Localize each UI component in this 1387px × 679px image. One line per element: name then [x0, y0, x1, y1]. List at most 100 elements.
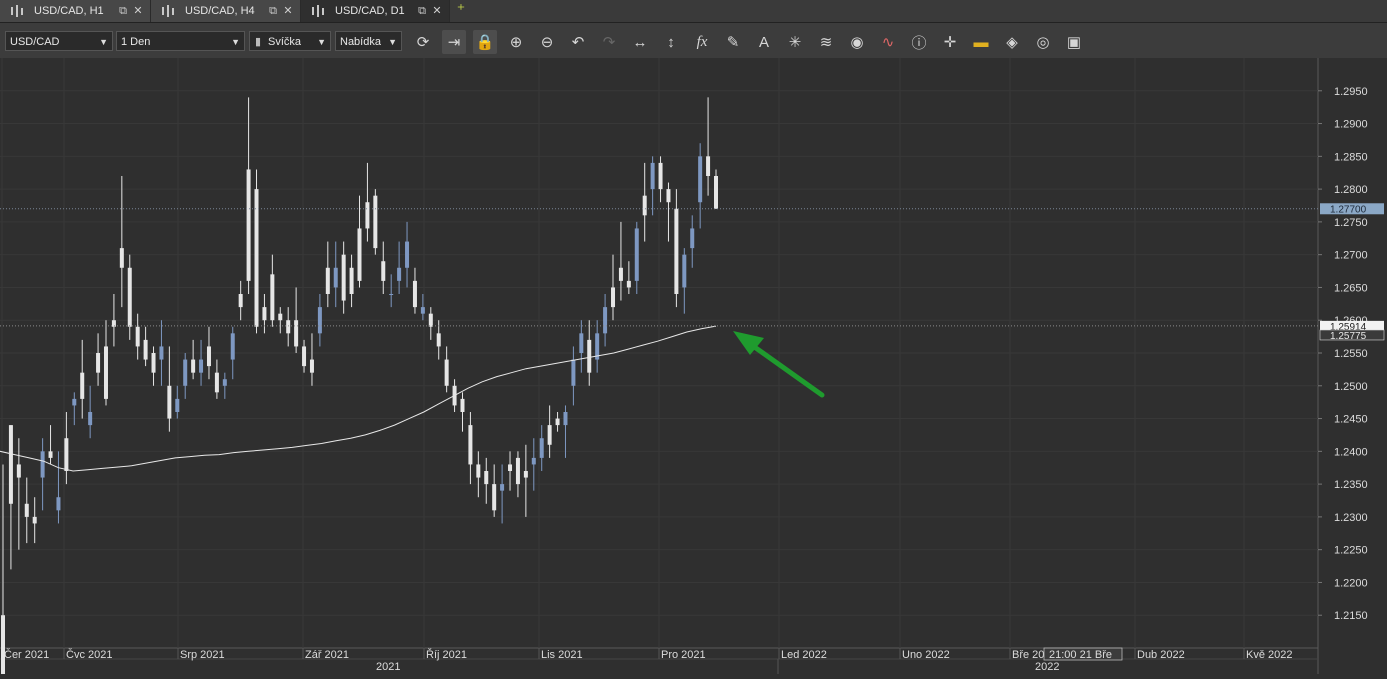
- candle-body: [48, 451, 53, 458]
- text-tool-icon[interactable]: A: [752, 30, 776, 54]
- candle-body: [666, 189, 671, 203]
- time-tick-label: Čvc 2021: [66, 648, 112, 661]
- candle-body: [634, 228, 639, 281]
- chevron-down-icon: ▼: [388, 37, 397, 47]
- candle-body: [373, 195, 378, 249]
- layers-icon[interactable]: ≋: [814, 30, 838, 54]
- candle-body: [222, 379, 227, 386]
- candle-body: [563, 412, 568, 426]
- horizontal-scale-icon[interactable]: ↔: [628, 30, 652, 54]
- candle-body: [500, 484, 505, 491]
- candle-body: [341, 254, 346, 301]
- candle-body: [135, 326, 140, 347]
- candle-body: [357, 228, 362, 281]
- candle-body: [1, 615, 5, 679]
- color-bar-icon[interactable]: ▬: [969, 30, 993, 54]
- crosshair-icon[interactable]: ✛: [938, 30, 962, 54]
- crosshair-star-icon[interactable]: ✳: [783, 30, 807, 54]
- candle-body: [349, 267, 354, 294]
- price-tick-label: 1.2900: [1334, 119, 1368, 131]
- circle-icon[interactable]: ◎: [1031, 30, 1055, 54]
- undo-icon[interactable]: ↶: [566, 30, 590, 54]
- candle-body: [246, 169, 251, 281]
- candle-body: [436, 333, 441, 347]
- pencil-icon[interactable]: ✎: [721, 30, 745, 54]
- ma-price-label-2: 1.25775: [1330, 331, 1367, 342]
- price-chart[interactable]: 1.2950 1.2900 1.2850 1.2800 1.2750 1.2700 1.26…: [0, 58, 1387, 679]
- chart-wave-icon[interactable]: ∿: [876, 30, 900, 54]
- zoom-out-icon[interactable]: ⊖: [535, 30, 559, 54]
- candle-body: [420, 307, 425, 314]
- candle-body: [278, 313, 283, 321]
- close-icon[interactable]: ✕: [282, 5, 294, 17]
- price-tick-label: 1.2150: [1334, 610, 1368, 622]
- refresh-icon[interactable]: ⟳: [411, 30, 435, 54]
- time-tick-label: Zář 2021: [305, 649, 349, 661]
- candle-body: [397, 267, 402, 281]
- candle-body: [151, 353, 156, 373]
- candle-body: [611, 287, 616, 308]
- vertical-scale-icon[interactable]: ↕: [659, 30, 683, 54]
- tab-usdcad-h1[interactable]: USD/CAD, H1 ⧉ ✕: [0, 0, 151, 22]
- price-tick-label: 1.2250: [1334, 545, 1368, 557]
- candle-body: [40, 451, 45, 478]
- price-tick-label: 1.2750: [1334, 217, 1368, 229]
- add-chart-icon[interactable]: ⁺: [452, 2, 470, 20]
- candle-body: [119, 248, 124, 268]
- close-icon[interactable]: ✕: [132, 5, 144, 17]
- timeframe-select[interactable]: 1 Den ▼: [116, 31, 245, 51]
- fill-bucket-icon[interactable]: ◈: [1000, 30, 1024, 54]
- candle-body: [175, 398, 180, 412]
- detach-icon[interactable]: ⧉: [267, 5, 279, 17]
- symbol-value: USD/CAD: [10, 36, 60, 48]
- candle-body: [103, 346, 108, 399]
- year-label-2022: 2022: [1035, 661, 1059, 673]
- year-label-2021: 2021: [376, 661, 400, 673]
- candle-body: [547, 425, 552, 445]
- time-tick-label: Čer 2021: [4, 648, 49, 661]
- candle-body: [539, 438, 544, 458]
- save-icon[interactable]: ▣: [1062, 30, 1086, 54]
- candle-body: [96, 353, 101, 373]
- price-tick-label: 1.2400: [1334, 446, 1368, 458]
- eye-icon[interactable]: ◉: [845, 30, 869, 54]
- detach-icon[interactable]: ⧉: [117, 5, 129, 17]
- candle-body: [80, 372, 85, 399]
- candle-body: [571, 359, 576, 386]
- candlestick-icon: [10, 5, 24, 17]
- indicators-fx-icon[interactable]: fx: [690, 30, 714, 54]
- candle-body: [674, 208, 679, 294]
- candle-body: [214, 372, 219, 393]
- candle-body: [309, 359, 314, 373]
- candle-body: [286, 320, 291, 334]
- candle-body: [405, 241, 410, 268]
- candle-body: [325, 267, 330, 294]
- autoscroll-icon[interactable]: ⇥: [442, 30, 466, 54]
- tab-usdcad-d1[interactable]: USD/CAD, D1 ⧉ ✕: [301, 0, 450, 22]
- candle-body: [428, 313, 433, 327]
- info-icon[interactable]: ⓘ: [907, 30, 931, 54]
- candle-body: [603, 307, 608, 334]
- chart-type-value: Svíčka: [268, 36, 302, 48]
- chart-canvas[interactable]: 1.2950 1.2900 1.2850 1.2800 1.2750 1.2700 1.26…: [0, 58, 1387, 679]
- price-side-select[interactable]: Nabídka ▼: [335, 31, 402, 51]
- chart-type-select[interactable]: ▮ Svíčka ▼: [249, 31, 331, 51]
- redo-icon[interactable]: ↷: [597, 30, 621, 54]
- candle-body: [531, 457, 536, 465]
- price-tick-label: 1.2950: [1334, 86, 1368, 98]
- tab-label: USD/CAD, H1: [34, 5, 104, 17]
- lock-icon[interactable]: 🔒: [473, 30, 497, 54]
- bid-price-tag: 1.27700: [1320, 203, 1384, 215]
- chart-tab-bar: USD/CAD, H1 ⧉ ✕ USD/CAD, H4 ⧉ ✕ USD/CAD,…: [0, 0, 1387, 23]
- zoom-in-icon[interactable]: ⊕: [504, 30, 528, 54]
- candle-body: [658, 162, 663, 190]
- candle-body: [262, 307, 267, 321]
- close-icon[interactable]: ✕: [431, 5, 443, 17]
- candle-body: [24, 503, 29, 517]
- tab-usdcad-h4[interactable]: USD/CAD, H4 ⧉ ✕: [151, 0, 301, 22]
- price-tick-label: 1.2700: [1334, 250, 1368, 262]
- symbol-select[interactable]: USD/CAD ▼: [5, 31, 113, 51]
- detach-icon[interactable]: ⧉: [416, 5, 428, 17]
- candle-body: [460, 398, 465, 412]
- candle-body: [56, 497, 61, 511]
